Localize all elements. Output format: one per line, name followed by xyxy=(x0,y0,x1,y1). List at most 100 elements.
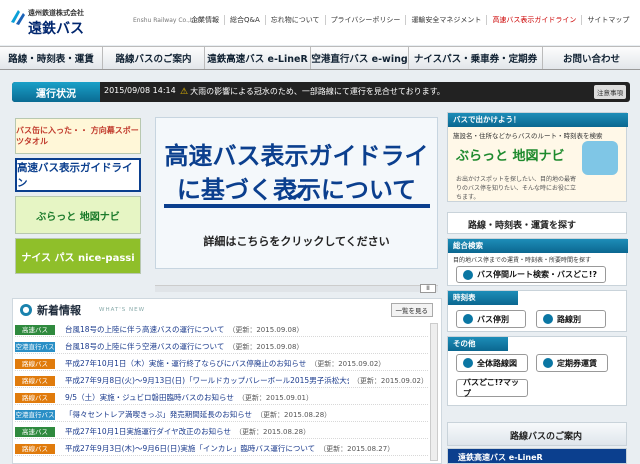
promo-head: バスで出かけよう！ xyxy=(448,113,628,127)
brand-logo[interactable]: 遠鉄バス xyxy=(28,18,84,38)
bus-where-map-button[interactable]: バスどこ!?マップ xyxy=(456,378,528,398)
news-item-link[interactable]: 「得々セントレア満喫きっぷ」発売期間延長のお知らせ xyxy=(65,409,252,420)
status-notes-button[interactable]: 注意事項 xyxy=(594,85,626,99)
timetable-head: 時刻表 xyxy=(448,291,518,305)
news-item-date: （更新：2015.08.28） xyxy=(234,427,311,436)
news-item-date: （更新：2015.09.08） xyxy=(228,325,304,334)
news-item-link[interactable]: 9/5（土）実施・ジュビロ磐田臨時バスのお知らせ xyxy=(65,392,234,403)
map-icon xyxy=(463,358,473,368)
news-item-link[interactable]: 平成27年9月3日(木)～9月6日(日)実施「インカレ」臨時バス運行について xyxy=(65,443,315,454)
eliner-banner-text: 遠鉄高速バス e-LineR xyxy=(458,453,543,462)
util-link-company[interactable]: 企業情報 xyxy=(186,15,224,25)
util-link-faq[interactable]: 総合Q&A xyxy=(224,15,265,25)
by-line-button[interactable]: 路線別 xyxy=(536,310,606,328)
status-datetime: 2015/09/08 14:14 xyxy=(104,86,176,95)
news-list-button[interactable]: 一覧を見る xyxy=(390,303,433,317)
global-nav: 路線・時刻表・運賃 路線バスのご案内 遠鉄高速バス e-LineR 空港直行バス… xyxy=(0,46,640,70)
news-scrollbar[interactable] xyxy=(430,323,438,461)
news-item-link[interactable]: 平成27年9月8日(火)～9月13日(日)「ワールドカップバレーボール2015男… xyxy=(65,375,349,386)
news-item[interactable]: 高速バス 台風18号の上陸に伴う高速バスの運行について （更新：2015.09.08… xyxy=(15,323,428,337)
route-map-button[interactable]: 全体路線図 xyxy=(456,354,528,372)
news-category-badge: 空港直行バス xyxy=(15,341,55,352)
util-link-safety[interactable]: 運輸安全マネジメント xyxy=(405,15,486,25)
news-item-date: （更新：2015.09.01） xyxy=(237,393,313,402)
banner-guideline[interactable]: 高速バス表示ガイドライン xyxy=(15,158,141,192)
ticket-icon xyxy=(543,358,553,368)
timetable-box: 時刻表 バス停別 路線別 xyxy=(447,290,627,332)
pause-icon[interactable]: II xyxy=(420,284,436,293)
news-category-badge: 空港直行バス xyxy=(15,409,55,420)
promo-title: ぶらっと 地図ナビ xyxy=(456,149,565,164)
news-item[interactable]: 路線バス 9/5（土）実施・ジュビロ磐田臨時バスのお知らせ （更新：2015.09.… xyxy=(15,391,428,405)
news-item-link[interactable]: 平成27年10月1日（木）実施・運行終了ならびにバス停廃止のお知らせ xyxy=(65,358,306,369)
util-link-sitemap[interactable]: サイトマップ xyxy=(581,15,634,25)
banner-map-navi[interactable]: ぶらっと 地図ナビ xyxy=(15,196,141,234)
bus-illustration-icon xyxy=(582,141,618,175)
util-link-privacy[interactable]: プライバシーポリシー xyxy=(324,15,406,25)
route-search-button[interactable]: バス停間ルート検索・バスどこ!? xyxy=(456,266,606,283)
commuter-fare-label: 定期券運賃 xyxy=(557,358,597,368)
banner-nice-pass[interactable]: ナイス パス nice-passi xyxy=(15,238,141,274)
route-map-label: 全体路線図 xyxy=(477,358,517,368)
news-item[interactable]: 路線バス 平成27年10月1日（木）実施・運行終了ならびにバス停廃止のお知らせ （更… xyxy=(15,357,428,371)
util-link-guideline[interactable]: 高速バス表示ガイドライン xyxy=(486,15,581,25)
status-message[interactable]: ⚠ 大雨の影響による冠水のため、一部路線にて運行を見合せております。 xyxy=(180,86,580,97)
news-subtitle: WHAT'S NEW xyxy=(99,307,146,313)
nav-contact[interactable]: お問い合わせ xyxy=(543,47,640,69)
by-line-label: 路線別 xyxy=(557,314,581,324)
slider-track[interactable] xyxy=(155,285,438,292)
nav-tickets[interactable]: ナイスパス・乗車券・定期券 xyxy=(409,47,543,69)
banner-towel[interactable]: バス缶に入った・・ 方向幕スポーツタオル xyxy=(15,118,141,154)
nav-airport-bus[interactable]: 空港直行バス e-wing xyxy=(311,47,409,69)
news-item[interactable]: 空港直行バス 台風18号の上陸に伴う空港バスの運行について （更新：2015.09.… xyxy=(15,340,428,354)
left-banners: バス缶に入った・・ 方向幕スポーツタオル 高速バス表示ガイドライン ぶらっと 地… xyxy=(15,118,141,274)
news-item[interactable]: 路線バス 平成27年9月8日(火)～9月13日(日)「ワールドカップバレーボール2… xyxy=(15,374,428,388)
line-icon xyxy=(543,314,553,324)
news-item-link[interactable]: 台風18号の上陸に伴う空港バスの運行について xyxy=(65,341,224,352)
search-title-text: 路線・時刻表・運賃を探す xyxy=(468,221,577,231)
news-item-link[interactable]: 台風18号の上陸に伴う高速バスの運行について xyxy=(65,324,224,335)
news-item[interactable]: 空港直行バス 「得々セントレア満喫きっぷ」発売期間延長のお知らせ （更新：2015.… xyxy=(15,408,428,422)
nav-route-bus[interactable]: 路線バスのご案内 xyxy=(103,47,205,69)
news-bullet-icon: ● xyxy=(20,304,32,316)
news-title: 新着情報 xyxy=(37,304,81,317)
logo-icon[interactable] xyxy=(10,8,26,26)
news-category-badge: 路線バス xyxy=(15,392,55,403)
banner-guideline-text: 高速バス表示ガイドライン xyxy=(17,162,133,189)
news-item-link[interactable]: 平成27年10月1日実施運行ダイヤ改正のお知らせ xyxy=(65,426,231,437)
search-title: 路線・時刻表・運賃を探す xyxy=(447,212,627,234)
general-search-desc: 目的地バス停までの運賃・時刻表・所要時間を探す xyxy=(453,257,592,264)
news-item-date: （更新：2015.09.02） xyxy=(352,376,428,385)
news-item-date: （更新：2015.09.02） xyxy=(310,359,386,368)
stop-icon xyxy=(463,314,473,324)
search-icon xyxy=(463,269,473,280)
news-item[interactable]: 高速バス 平成27年10月1日実施運行ダイヤ改正のお知らせ （更新：2015.08.… xyxy=(15,425,428,439)
site-header: 遠州鉄道株式会社 遠鉄バス Enshu Railway Co.,Ltd. 企業情… xyxy=(0,0,640,45)
news-category-badge: 路線バス xyxy=(15,375,55,386)
company-name[interactable]: 遠州鉄道株式会社 xyxy=(28,8,84,18)
news-item[interactable]: 路線バス 平成27年9月3日(木)～9月6日(日)実施「インカレ」臨時バス運行につ… xyxy=(15,442,428,456)
warning-icon: ⚠ xyxy=(180,87,189,97)
util-link-lost[interactable]: 忘れ物について xyxy=(264,15,325,25)
nav-route-fare[interactable]: 路線・時刻表・運賃 xyxy=(0,47,103,69)
eliner-banner[interactable]: 遠鉄高速バス e-LineR xyxy=(447,448,627,464)
other-head: その他 xyxy=(448,337,508,351)
news-item-date: （更新：2015.09.08） xyxy=(228,342,304,351)
promo-text: 施設名・住所などからバスのルート・時刻表を検索 xyxy=(453,132,603,140)
by-stop-label: バス停別 xyxy=(477,314,509,324)
hero-banner[interactable]: 高速バス表示ガイドライン に基づく表示について 詳細はこちらをクリックしてくださ… xyxy=(155,117,438,269)
news-item-date: （更新：2015.08.27） xyxy=(319,444,395,453)
by-stop-button[interactable]: バス停別 xyxy=(456,310,526,328)
other-box: その他 全体路線図 定期券運賃 バスどこ!?マップ xyxy=(447,336,627,406)
promo-note: お出かけスポットを探したい、目的地の最寄りのバス停を知りたい、そんな時にお役に立… xyxy=(456,176,577,201)
news-item-date: （更新：2015.08.28） xyxy=(256,410,332,419)
status-message-text: 大雨の影響による冠水のため、一部路線にて運行を見合せております。 xyxy=(190,87,445,96)
promo-box[interactable]: バスで出かけよう！ 施設名・住所などからバスのルート・時刻表を検索 ぶらっと 地… xyxy=(447,112,628,202)
status-label: 運行状況 xyxy=(12,82,100,102)
nav-highway-bus[interactable]: 遠鉄高速バス e-LineR xyxy=(205,47,311,69)
commuter-fare-button[interactable]: 定期券運賃 xyxy=(536,354,608,372)
banner-towel-text: バス缶に入った・・ 方向幕スポーツタオル xyxy=(16,126,139,146)
route-bus-banner-text: 路線バスのご案内 xyxy=(510,432,583,442)
route-bus-banner[interactable]: 路線バスのご案内 xyxy=(447,422,627,446)
news-category-badge: 路線バス xyxy=(15,358,55,369)
